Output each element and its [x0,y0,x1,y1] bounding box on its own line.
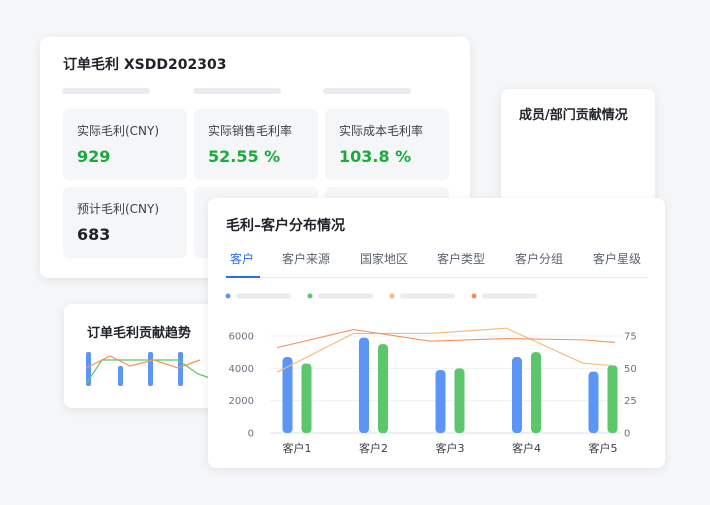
legend-label-placeholder [318,293,373,299]
y-right-tick-label: 25 [624,396,637,407]
bar-mark [588,371,599,433]
metric-label: 实际毛利(CNY) [77,124,160,138]
metric-value: 929 [77,147,111,166]
x-tick-label: 客户1 [283,441,312,455]
skeleton-bar [62,88,150,94]
legend-marker [225,293,231,299]
legend-label-placeholder [400,293,455,299]
y-right-tick-label: 0 [624,429,630,440]
metric-value: 103.8 % [339,147,412,166]
trend-bar [178,352,183,386]
x-tick-label: 客户2 [359,441,388,455]
trend-mini-chart [85,352,211,386]
bar-mark [301,363,312,433]
chart-lines [276,327,616,373]
bar-mark [378,344,388,433]
order-profit-title: 订单毛利 XSDD202303 [63,57,227,73]
line-series [276,327,616,373]
y-right-tick-label: 50 [624,364,637,375]
legend-marker [471,293,477,299]
x-tick-label: 客户3 [436,441,465,455]
profit-trend-card: 订单毛利贡献趋势 [64,304,224,408]
trend-bar [148,352,153,386]
y-left-tick-label: 0 [248,429,254,440]
y-left-tick-label: 2000 [229,396,254,407]
chart-legend [225,293,537,299]
y-left-tick-label: 6000 [229,332,254,343]
trend-bar [118,366,123,386]
bar-mark [512,357,522,433]
bar-mark [435,369,446,433]
metric-sales-margin[interactable]: 实际销售毛利率 52.55 % [194,109,318,180]
skeleton-bar [323,88,411,94]
x-tick-label: 客户4 [512,441,541,455]
metric-label: 实际销售毛利率 [208,124,293,138]
bar-mark [359,337,369,433]
customer-distribution-card: 毛利–客户分布情况 客户 客户来源 国家地区 客户类型 客户分组 客户星级 02… [208,198,665,468]
chart-bars [282,337,618,433]
legend-marker [307,293,313,299]
metric-cost-margin[interactable]: 实际成本毛利率 103.8 % [325,109,449,180]
y-right-tick-label: 75 [624,332,637,343]
metric-label: 实际成本毛利率 [339,124,424,138]
bar-mark [531,352,541,433]
metric-value: 52.55 % [208,147,281,166]
x-axis: 客户1 客户2 客户3 客户4 客户5 [283,441,618,455]
bar-mark [607,365,618,433]
y-left-tick-label: 4000 [229,364,254,375]
legend-label-placeholder [236,293,291,299]
metric-label: 预计毛利(CNY) [77,202,160,216]
skeleton-bar [193,88,281,94]
legend-label-placeholder [482,293,537,299]
metric-expected-profit[interactable]: 预计毛利(CNY) 683 [63,187,187,258]
legend-marker [389,293,395,299]
bar-mark [454,368,465,433]
y-axis-right: 0 25 50 75 [624,332,637,440]
customer-distribution-chart: 0 2000 4000 6000 0 25 50 75 客户1 客户2 客户3 客户4 客户5 [225,293,637,455]
y-axis-left: 0 2000 4000 6000 [229,332,254,440]
metric-value: 683 [77,225,111,244]
x-tick-label: 客户5 [589,441,618,455]
metric-actual-profit[interactable]: 实际毛利(CNY) 929 [63,109,187,180]
